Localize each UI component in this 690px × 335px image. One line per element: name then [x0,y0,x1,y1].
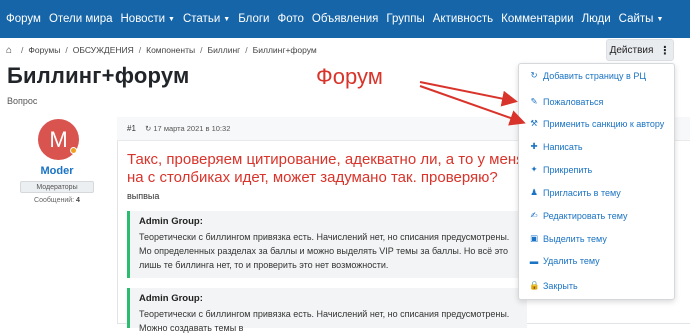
dropdown-item[interactable]: ✦ Прикрепить [529,164,592,175]
dropdown-item-icon: ▬ [529,256,539,266]
dropdown-item-label: Применить санкцию к автору [543,118,665,129]
dropdown-item-label: Редактировать тему [543,210,628,221]
dropdown-item-label: Написать [543,141,583,152]
post-text: выпвыа [127,191,160,201]
author-name[interactable]: Moder [7,165,107,177]
nav-item[interactable]: Фото [277,13,303,25]
nav-item[interactable]: Статьи ▼ [183,13,230,25]
dropdown-item-label: Прикрепить [543,164,593,175]
role-badge: Модераторы [20,181,94,193]
breadcrumb-item[interactable]: Форумы [28,45,60,55]
nav-item[interactable]: Сайты ▼ [619,13,664,25]
nav-item-label: Блоги [238,13,270,25]
breadcrumb: ⌂ / Форумы / ОБСУЖДЕНИЯ / Компоненты / Биллинг /… [0,38,690,62]
dropdown-item[interactable]: ✚ Написать [529,141,583,152]
dropdown-item[interactable]: ✎ Пожаловаться [529,96,603,107]
nav-item-label: Отели мира [48,13,113,25]
breadcrumb-separator: / [65,45,68,55]
breadcrumb-separator: / [138,45,142,55]
nav-item-label: Активность [432,13,494,25]
breadcrumb-item[interactable]: ОБСУЖДЕНИЯ [73,45,134,55]
actions-button[interactable]: Действия ⋮ [606,39,674,61]
dropdown-item[interactable]: ▣ Выделить тему [529,233,607,244]
nav-item[interactable]: Активность [433,13,493,25]
caret-down-icon: ▼ [168,15,175,23]
nav-item-label: Группы [386,13,425,25]
annotation-label: Форум [316,64,383,89]
actions-button-label: Действия [609,44,654,56]
history-icon: ↻ [145,124,152,133]
nav-item[interactable]: Форум [6,13,41,25]
nav-item[interactable]: Блоги [238,13,269,25]
nav-item[interactable]: Отели мира [49,13,113,25]
page-title: Биллинг+форум [7,63,190,88]
nav-item-label: Сайты [618,13,654,25]
quote-author: Admin Group: [139,216,203,227]
breadcrumb-separator: / [200,45,203,55]
dropdown-item-label: Пожаловаться [543,96,604,107]
breadcrumb-item: Биллинг+форум [252,45,317,55]
home-icon[interactable]: ⌂ [6,45,12,56]
online-status-dot [70,147,77,154]
nav-item-label: Фото [277,13,304,25]
breadcrumb-separator: / [245,45,248,55]
caret-down-icon: ▼ [656,15,664,23]
dropdown-item-icon: ▣ [529,233,539,243]
page-subtitle: Вопрос [7,96,38,106]
nav-item-label: Статьи [182,13,221,25]
dropdown-item[interactable]: ▬ Удалить тему [529,256,600,266]
quote-block: Admin Group: Теоретически с биллингом пр… [127,211,527,278]
dropdown-item-label: Выделить тему [543,233,607,244]
post-heading: Такс, проверяем цитирование, адекватно л… [127,151,525,186]
quote-body: Теоретически с биллингом привязка есть. … [139,232,510,270]
message-count-value: 4 [76,197,80,204]
dropdown-item-icon: ✍ [530,210,538,220]
nav-item-label: Форум [6,13,41,25]
message-count: Сообщений: 4 [7,197,107,204]
caret-down-icon: ▼ [223,15,231,23]
nav-item[interactable]: Комментарии [501,13,573,25]
nav-item[interactable]: Группы [386,13,424,25]
post-number[interactable]: #1 [127,124,136,133]
quote-author: Admin Group: [139,293,203,304]
dropdown-item-icon: ⚒ [530,118,538,128]
dropdown-item[interactable]: 🔒 Закрыть [529,280,578,291]
breadcrumb-item[interactable]: Биллинг [207,45,240,55]
message-count-label: Сообщений: [34,197,75,204]
breadcrumb-separator: / [21,45,24,55]
dropdown-item-label: Пригласить в тему [543,187,621,198]
nav-item[interactable]: Новости ▼ [121,13,175,25]
dropdown-item[interactable]: ↻ Добавить страницу в РЦ [529,70,646,81]
dropdown-item[interactable]: ♟ Пригласить в тему [529,187,621,198]
arrow-to-report [419,81,518,107]
quote-body: Теоретически с биллингом привязка есть. … [139,309,510,333]
post-date-text: 17 марта 2021 в 10:32 [153,124,231,133]
dropdown-item[interactable]: ⚒ Применить санкцию к автору [529,118,664,129]
nav-item-label: Люди [581,13,611,25]
dropdown-item-label: Удалить тему [543,256,600,266]
dropdown-item-icon: 🔒 [529,280,540,290]
breadcrumb-item[interactable]: Компоненты [146,45,195,55]
dropdown-item-icon: ♟ [530,187,538,197]
post-date: ↻ 17 марта 2021 в 10:32 [145,124,230,133]
dropdown-item-icon: ✦ [530,164,538,174]
dropdown-item[interactable]: ✍ Редактировать тему [529,210,628,221]
nav-item-label: Объявления [311,13,379,25]
avatar-initial: M [49,126,68,152]
dropdown-item-icon: ✎ [530,96,538,106]
top-navigation: Форум Отели мира Новости ▼ Статьи ▼ Блоги Фото О… [0,0,690,38]
nav-item[interactable]: Люди [582,13,611,25]
dropdown-item-icon: ↻ [530,70,538,80]
quote-block: Admin Group: Теоретически с биллингом пр… [127,288,527,333]
more-vertical-icon: ⋮ [659,44,671,57]
nav-item-label: Новости [120,13,166,25]
dropdown-item-icon: ✚ [530,141,538,151]
nav-item-label: Комментарии [501,13,574,25]
dropdown-item-label: Добавить страницу в РЦ [543,70,647,81]
nav-item[interactable]: Объявления [312,13,379,25]
dropdown-item-label: Закрыть [543,280,578,291]
